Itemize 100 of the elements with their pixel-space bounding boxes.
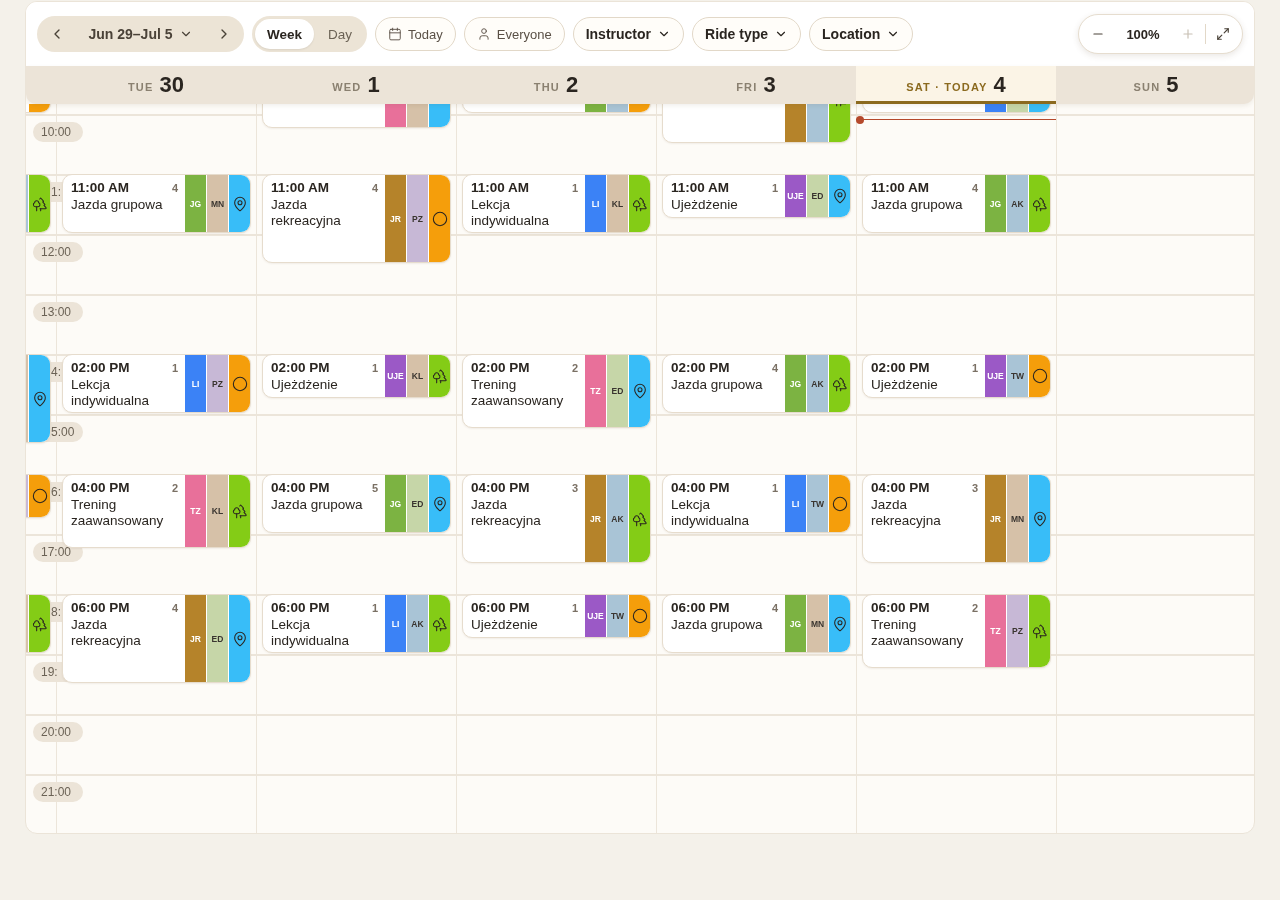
participant-count: 4 — [971, 181, 978, 194]
participant-count: 3 — [571, 481, 578, 494]
trees-icon — [1031, 195, 1048, 212]
participant-count: 4 — [171, 601, 178, 614]
day-number: 4 — [993, 72, 1006, 98]
event-card[interactable]: 11:00 AM 1 Ujeżdżenie UJE ED — [662, 174, 851, 218]
event-title: Jazda rekreacyjna — [271, 197, 342, 229]
event-card[interactable]: 06:00 PM 1 Ujeżdżenie UJE TW — [462, 594, 651, 638]
event-card[interactable]: 04:00 PM 5 Jazda grupowa JG ED — [262, 474, 451, 533]
ride-type-tag: JG — [785, 595, 806, 652]
weekday-label: SUN — [1133, 81, 1161, 93]
event-time: 11:00 AM — [871, 180, 930, 195]
instructor-tag: MN — [207, 175, 228, 232]
participant-count: 4 — [771, 361, 778, 374]
event-title: Jazda grupowa — [271, 497, 364, 513]
event-card[interactable]: 11:00 AM 4 Jazda rekreacyjna JR PZ — [262, 174, 451, 263]
day-number: 2 — [566, 72, 579, 98]
date-range-button[interactable]: Jun 29–Jul 5 — [84, 22, 197, 46]
event-card[interactable]: 11:00 AM 1 Lekcja indywidualna LI KL — [462, 174, 651, 233]
filter-dropdown[interactable]: Ride type — [692, 17, 802, 51]
event-title: Jazda grupowa — [871, 197, 964, 213]
instructor-tag: KL — [207, 475, 228, 547]
ride-type-tag: JR — [985, 475, 1006, 562]
people-filter-button[interactable]: Everyone — [463, 17, 565, 51]
instructor-tag: KL — [607, 175, 628, 232]
ride-type-tag: JR — [585, 475, 606, 562]
ride-type-tag: UJE — [785, 175, 806, 217]
instructor-tag: MN — [1007, 475, 1028, 562]
trees-icon — [431, 368, 448, 384]
event-card[interactable]: 04:00 PM 3 Jazda rekreacyjna JR AK — [462, 474, 651, 563]
instructor-tag: TW — [1007, 355, 1028, 397]
event-card[interactable]: 06:00 PM 2 Trening zaawansowany TZ PZ — [862, 594, 1051, 668]
weekday-label: WED — [332, 81, 362, 93]
hour-label: 21:00 — [33, 782, 83, 802]
day-number: 3 — [763, 72, 776, 98]
weekday-label: THU — [533, 81, 560, 93]
map-pin-icon — [831, 615, 848, 632]
event-card[interactable]: 04:00 PM 3 Jazda rekreacyjna JR MN — [862, 474, 1051, 563]
participant-count: 3 — [971, 481, 978, 494]
map-pin-icon — [631, 383, 648, 399]
event-card[interactable]: 02:00 PM 1 Lekcja indywidualna LI PZ — [62, 354, 251, 413]
participant-count: 4 — [171, 181, 178, 194]
event-card[interactable]: 06:00 PM 1 Lekcja indywidualna LI AK — [262, 594, 451, 653]
filter-dropdown[interactable]: Instructor — [572, 17, 684, 51]
view-tab[interactable]: Day — [316, 19, 365, 49]
event-card[interactable]: 02:00 PM 1 Ujeżdżenie UJE TW — [862, 354, 1051, 398]
event-card[interactable]: 06:00 PM 4 Jazda rekreacyjna JR ED — [62, 594, 251, 683]
event-time: 02:00 PM — [271, 360, 330, 375]
instructor-tag: TW — [807, 475, 828, 532]
participant-count: 2 — [571, 361, 578, 374]
instructor-tag: TW — [607, 595, 628, 637]
participant-count: 4 — [771, 601, 778, 614]
zoom-level: 100% — [1125, 26, 1161, 42]
circle-icon — [431, 210, 448, 227]
participant-count: 1 — [771, 181, 778, 194]
event-card[interactable]: 04:00 PM 1 Lekcja indywidualna LI TW — [662, 474, 851, 533]
event-card[interactable]: 02:00 PM 4 Jazda grupowa JG AK — [662, 354, 851, 413]
instructor-tag: PZ — [207, 355, 228, 412]
participant-count: 1 — [771, 481, 778, 494]
event-time: 11:00 AM — [471, 180, 530, 195]
ride-type-tag: LI — [185, 355, 206, 412]
event-card[interactable]: 11:00 AM 4 Jazda grupowa JG MN — [62, 174, 251, 233]
event-card[interactable]: 04:00 PM 2 Trening zaawansowany TZ KL — [62, 474, 251, 548]
event-title: Jazda rekreacyjna — [871, 497, 942, 529]
event-time: 06:00 PM — [271, 600, 330, 615]
circle-icon — [31, 488, 48, 504]
participant-count: 2 — [171, 481, 178, 494]
trees-icon — [831, 375, 848, 392]
event-title: Trening zaawansowany — [871, 617, 965, 649]
filter-dropdown[interactable]: Location — [809, 17, 914, 51]
event-card[interactable]: 11:00 AM 4 Jazda grupowa JG AK — [862, 174, 1051, 233]
instructor-tag: AK — [807, 355, 828, 412]
view-tab[interactable]: Week — [255, 19, 315, 49]
event-card[interactable]: 02:00 PM 2 Trening zaawansowany TZ ED — [462, 354, 651, 428]
hour-label: 13:00 — [33, 302, 83, 322]
event-card[interactable]: 06:00 PM 4 Jazda grupowa JG MN — [662, 594, 851, 653]
map-pin-icon — [431, 495, 448, 512]
ride-type-tag: LI — [585, 175, 606, 232]
event-card[interactable]: 02:00 PM 1 Ujeżdżenie UJE KL — [262, 354, 451, 398]
weekday-label: FRI — [736, 81, 758, 93]
instructor-tag: ED — [607, 355, 628, 427]
trees-icon — [231, 503, 248, 519]
instructor-tag: AK — [1007, 175, 1028, 232]
map-pin-icon — [231, 195, 248, 212]
event-title: Jazda grupowa — [671, 617, 764, 633]
day-number: 5 — [1166, 72, 1179, 98]
hour-label: 17:00 — [33, 542, 83, 562]
hour-label: 20:00 — [33, 722, 83, 742]
circle-icon — [831, 495, 848, 512]
ride-type-tag: TZ — [185, 475, 206, 547]
participant-count: 1 — [171, 361, 178, 374]
event-time: 04:00 PM — [871, 480, 930, 495]
ride-type-tag: JG — [385, 475, 406, 532]
instructor-tag: PZ — [407, 175, 428, 262]
trees-icon — [31, 195, 48, 212]
event-title: Ujeżdżenie — [671, 197, 739, 213]
event-time: 02:00 PM — [471, 360, 530, 375]
event-title: Ujeżdżenie — [471, 617, 539, 633]
hour-label: 10:00 — [33, 122, 83, 142]
today-button[interactable]: Today — [375, 17, 456, 51]
